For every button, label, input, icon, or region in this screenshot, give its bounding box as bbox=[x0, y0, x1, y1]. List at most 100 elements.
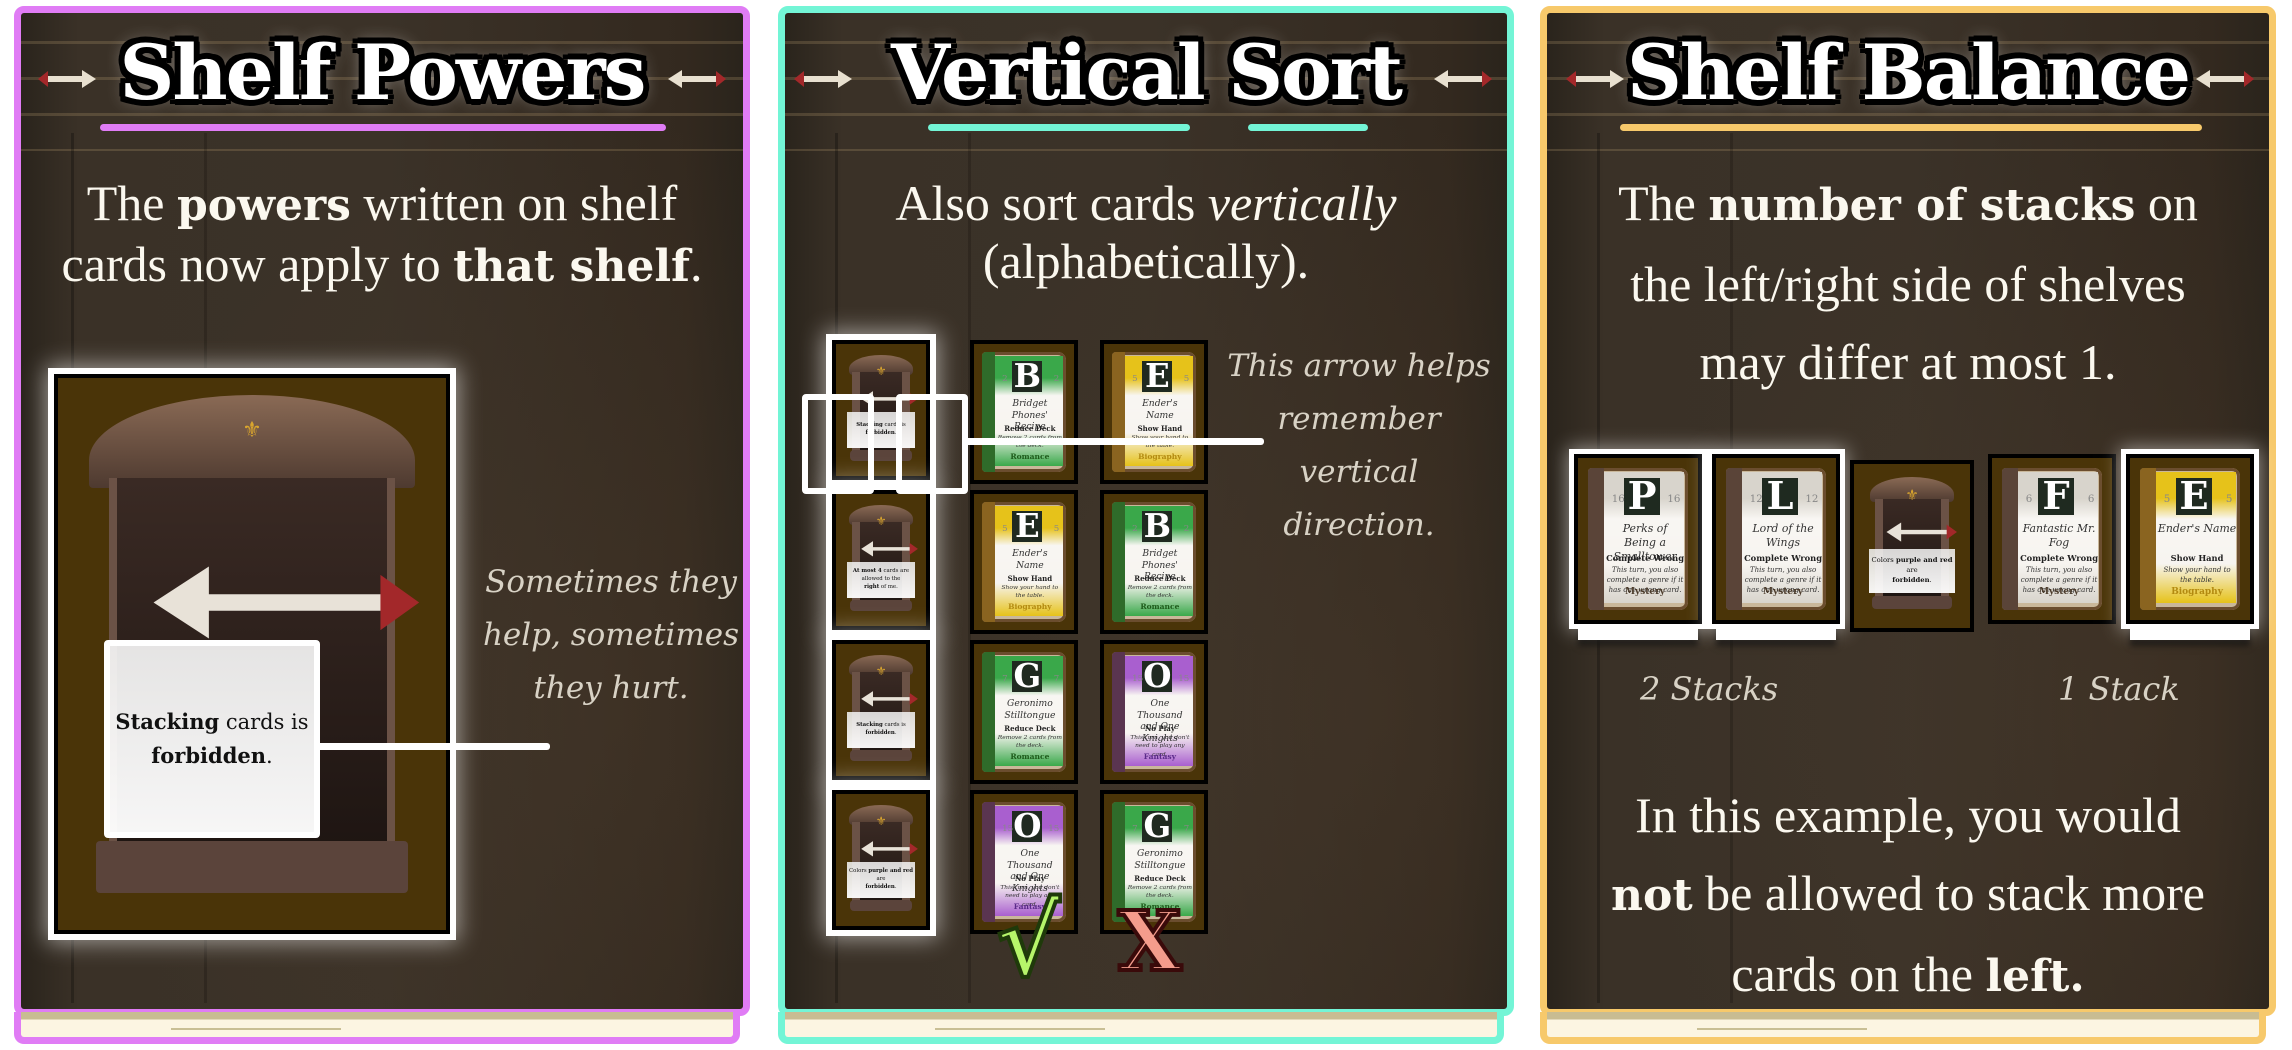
note-line: This arrow helps bbox=[1227, 348, 1491, 384]
initial-letter: O bbox=[1012, 807, 1043, 846]
shelf-feet bbox=[1871, 595, 1953, 610]
fleur-icon: ⚜ bbox=[875, 364, 887, 379]
book-power: Show Hand bbox=[1137, 423, 1183, 433]
book-illustration: F 6 6 Fantastic Mr. Fog Complete Wrong This t… bbox=[2001, 467, 2103, 611]
card-number: 7 bbox=[1132, 823, 1138, 834]
book-genre: Mystery bbox=[1625, 587, 1665, 598]
book-genre: Romance bbox=[1140, 602, 1180, 612]
book-card: L 12 12 Lord of the Wings Complete Wrong This… bbox=[1707, 449, 1845, 629]
shelf-card: ⚜ Colors purple and red are forbidden. bbox=[1850, 460, 1974, 632]
initial-letter: P bbox=[1623, 474, 1661, 519]
card-number: 7 bbox=[1183, 823, 1190, 834]
direction-arrow-icon bbox=[861, 541, 919, 557]
fleur-icon: ⚜ bbox=[875, 514, 887, 529]
shelf-power-text: Stacking cards is forbidden. bbox=[115, 705, 308, 773]
card-number: 5 bbox=[1183, 373, 1190, 384]
highlight-box-arrow-right bbox=[896, 394, 968, 494]
panel-shelf-balance: Shelf Balance The number of stacks on th… bbox=[1540, 6, 2276, 1044]
text-bold: number of stacks bbox=[1708, 180, 2136, 231]
shelf-power-text: At most 4 cards are allowed to the right… bbox=[847, 562, 915, 598]
note-line: direction. bbox=[1283, 507, 1435, 543]
book-card: O 15 15 One Thousand and One Knights No Play… bbox=[1100, 640, 1208, 784]
text: . bbox=[689, 236, 703, 292]
card-number: 16 bbox=[1611, 493, 1625, 506]
text-bold: forbidden bbox=[865, 729, 895, 736]
direction-arrow-icon bbox=[861, 691, 919, 707]
panel-title: Vertical Sort bbox=[891, 28, 1403, 117]
text: the left/right side of shelves bbox=[1630, 256, 2186, 312]
book-power: Complete Wrong bbox=[1606, 553, 1685, 564]
book-power-description: Show your hand to the table. bbox=[1001, 583, 1059, 600]
book-card: B22Bridget Phones' RecipeReduce DeckRemo… bbox=[970, 340, 1078, 484]
callout-note: Sometimes they help, sometimes they hurt… bbox=[476, 556, 746, 715]
text: cards is bbox=[219, 710, 309, 734]
text: . bbox=[266, 744, 273, 768]
right-stack-count: 1 Stack bbox=[2058, 670, 2180, 708]
text-bold: At most 4 bbox=[852, 568, 882, 575]
book-genre: Romance bbox=[1010, 752, 1050, 762]
book-power-description: Remove 2 cards from the deck. bbox=[997, 733, 1063, 750]
fleur-icon: ⚜ bbox=[1905, 485, 1919, 504]
fleur-icon: ⚜ bbox=[875, 664, 887, 679]
book-spine bbox=[982, 352, 996, 472]
book-illustration: B22Bridget Phones' RecipeReduce DeckRemo… bbox=[982, 352, 1066, 472]
book-power: Complete Wrong bbox=[1744, 553, 1823, 564]
card-number: 2 bbox=[1053, 373, 1060, 384]
initial-letter: G bbox=[1012, 657, 1043, 696]
text-bold: purple and red bbox=[1895, 555, 1953, 564]
text: on bbox=[2135, 175, 2198, 231]
book-illustration: L 12 12 Lord of the Wings Complete Wrong This… bbox=[1725, 467, 1827, 611]
book-spine bbox=[982, 652, 996, 772]
card-number: 2 bbox=[1183, 523, 1190, 534]
book-card: E5 5 Ender's Name Show HandShow your hand t… bbox=[970, 490, 1078, 634]
card-number: 15 bbox=[1002, 823, 1014, 834]
card-number: 5 bbox=[1132, 373, 1138, 384]
book-power: No Play bbox=[1144, 723, 1175, 733]
note-line: vertical bbox=[1299, 454, 1419, 490]
book-title: Ender's Name bbox=[1142, 397, 1178, 421]
book-card: B22Bridget Phones' RecipeReduce DeckRemo… bbox=[1100, 490, 1208, 634]
card-number: 5 bbox=[1002, 523, 1008, 534]
text: (alphabetically). bbox=[982, 233, 1310, 289]
book-spine bbox=[2001, 467, 2018, 611]
card-number: 12 bbox=[1805, 493, 1819, 506]
text: . bbox=[894, 883, 897, 890]
cross-mark-icon: X bbox=[1116, 892, 1184, 992]
text-italic: vertically bbox=[1207, 175, 1397, 231]
shelf-power-text: Stacking cards is forbidden. bbox=[847, 712, 915, 748]
card-number: 5 bbox=[1053, 523, 1060, 534]
book-power: Reduce Deck bbox=[1004, 723, 1056, 733]
fleur-icon: ⚜ bbox=[242, 418, 262, 444]
initial-letter: E bbox=[1012, 507, 1043, 545]
book-title: Geronimo Stilltongue bbox=[1004, 697, 1056, 721]
bookshelf-illustration: ⚜ At most 4 cards are allowed to the righ… bbox=[847, 504, 919, 616]
book-illustration: E55Ender's NameShow HandShow your hand t… bbox=[1112, 352, 1196, 472]
book-illustration: E55Ender's NameShow HandShow your hand t… bbox=[982, 502, 1066, 622]
text-bold: left. bbox=[1985, 951, 2085, 1002]
card-number: 7 bbox=[1053, 673, 1060, 684]
bookshelf-illustration: ⚜ Colors purple and red are forbidden. bbox=[847, 804, 919, 916]
highlight-box-arrow-left bbox=[802, 394, 874, 494]
text-bold: Stacking bbox=[115, 709, 220, 734]
text: Colors bbox=[849, 868, 869, 875]
book-genre: Biography bbox=[2171, 587, 2223, 598]
text: . bbox=[1929, 575, 1932, 584]
book-spine bbox=[1725, 467, 1742, 611]
card-number: 16 bbox=[1667, 493, 1681, 506]
book-genre: Biography bbox=[1008, 602, 1052, 612]
text: are bbox=[876, 876, 886, 883]
direction-arrow-icon bbox=[861, 841, 919, 857]
book-title: Ender's Name bbox=[2157, 521, 2237, 535]
initial-letter: E bbox=[2175, 474, 2213, 519]
book-illustration: G 7 7 Geronimo Stilltongue Reduce Deck Remove… bbox=[982, 652, 1066, 772]
book-power: Complete Wrong bbox=[2020, 553, 2099, 564]
book-card: G 7 7 Geronimo Stilltongue Reduce Deck Remove… bbox=[970, 640, 1078, 784]
book-power: Reduce Deck bbox=[1134, 873, 1186, 883]
book-spine bbox=[1112, 352, 1126, 472]
text-bold: powers bbox=[176, 180, 351, 231]
shelf-feet bbox=[849, 899, 913, 912]
text: Also sort cards bbox=[895, 175, 1208, 231]
title-underline bbox=[100, 124, 666, 131]
book-pages-edge bbox=[14, 1012, 740, 1044]
initial-letter: F bbox=[2037, 474, 2075, 519]
